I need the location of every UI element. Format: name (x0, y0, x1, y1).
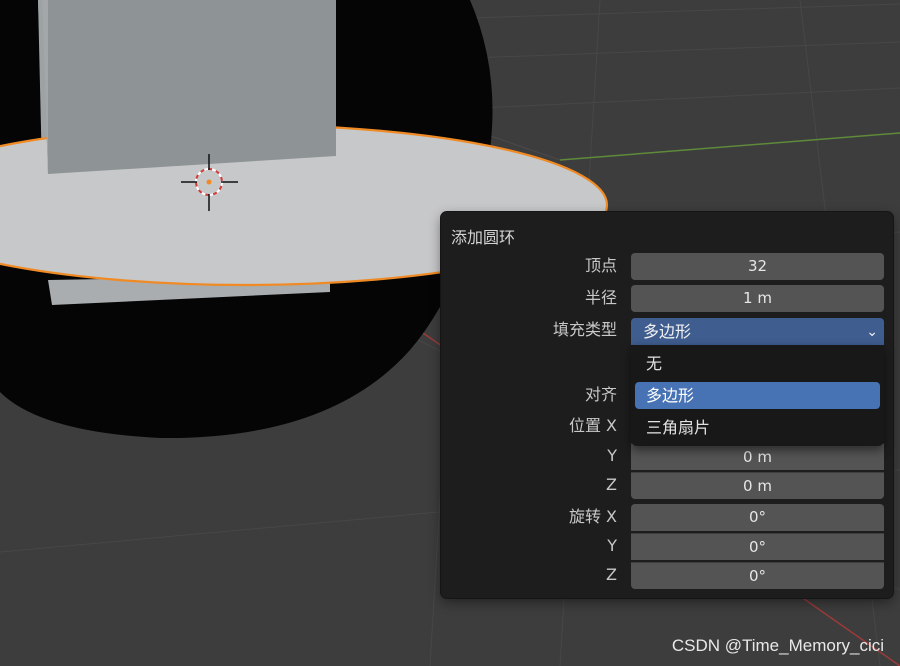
location-x-label: 位置 X (568, 416, 617, 435)
align-label: 对齐 (584, 385, 617, 404)
location-z-field[interactable]: 0 m (631, 472, 884, 499)
rotation-x-label: 旋转 X (568, 507, 617, 526)
add-circle-operator-panel: 添加圆环 顶点 32 半径 1 m 填充类型 多边形 ⌄ 对齐 位置 X Y 0… (441, 212, 893, 598)
vertices-field[interactable]: 32 (631, 253, 884, 280)
fill-type-select[interactable]: 多边形 ⌄ (631, 318, 884, 345)
dropdown-option-triangle-fan[interactable]: 三角扇片 (635, 414, 880, 441)
dropdown-option-ngon[interactable]: 多边形 (635, 382, 880, 409)
location-z-label: Z (606, 475, 617, 494)
rotation-y-field[interactable]: 0° (631, 533, 884, 560)
rotation-x-field[interactable]: 0° (631, 504, 884, 531)
fill-type-value: 多边形 (643, 322, 692, 341)
radius-field[interactable]: 1 m (631, 285, 884, 312)
radius-label: 半径 (584, 288, 617, 307)
location-y-field[interactable]: 0 m (631, 443, 884, 470)
fill-type-label: 填充类型 (552, 320, 617, 339)
dropdown-option-none[interactable]: 无 (635, 350, 880, 377)
fill-type-dropdown-menu: 无 多边形 三角扇片 (631, 345, 884, 446)
chevron-down-icon: ⌄ (866, 324, 878, 340)
rotation-z-field[interactable]: 0° (631, 562, 884, 589)
location-y-label: Y (607, 446, 617, 465)
vertices-label: 顶点 (584, 256, 617, 275)
panel-title[interactable]: 添加圆环 (451, 224, 515, 248)
y-axis-line (559, 132, 900, 161)
rotation-y-label: Y (607, 536, 617, 555)
watermark-text: CSDN @Time_Memory_cici (671, 636, 884, 655)
rotation-z-label: Z (606, 565, 617, 584)
